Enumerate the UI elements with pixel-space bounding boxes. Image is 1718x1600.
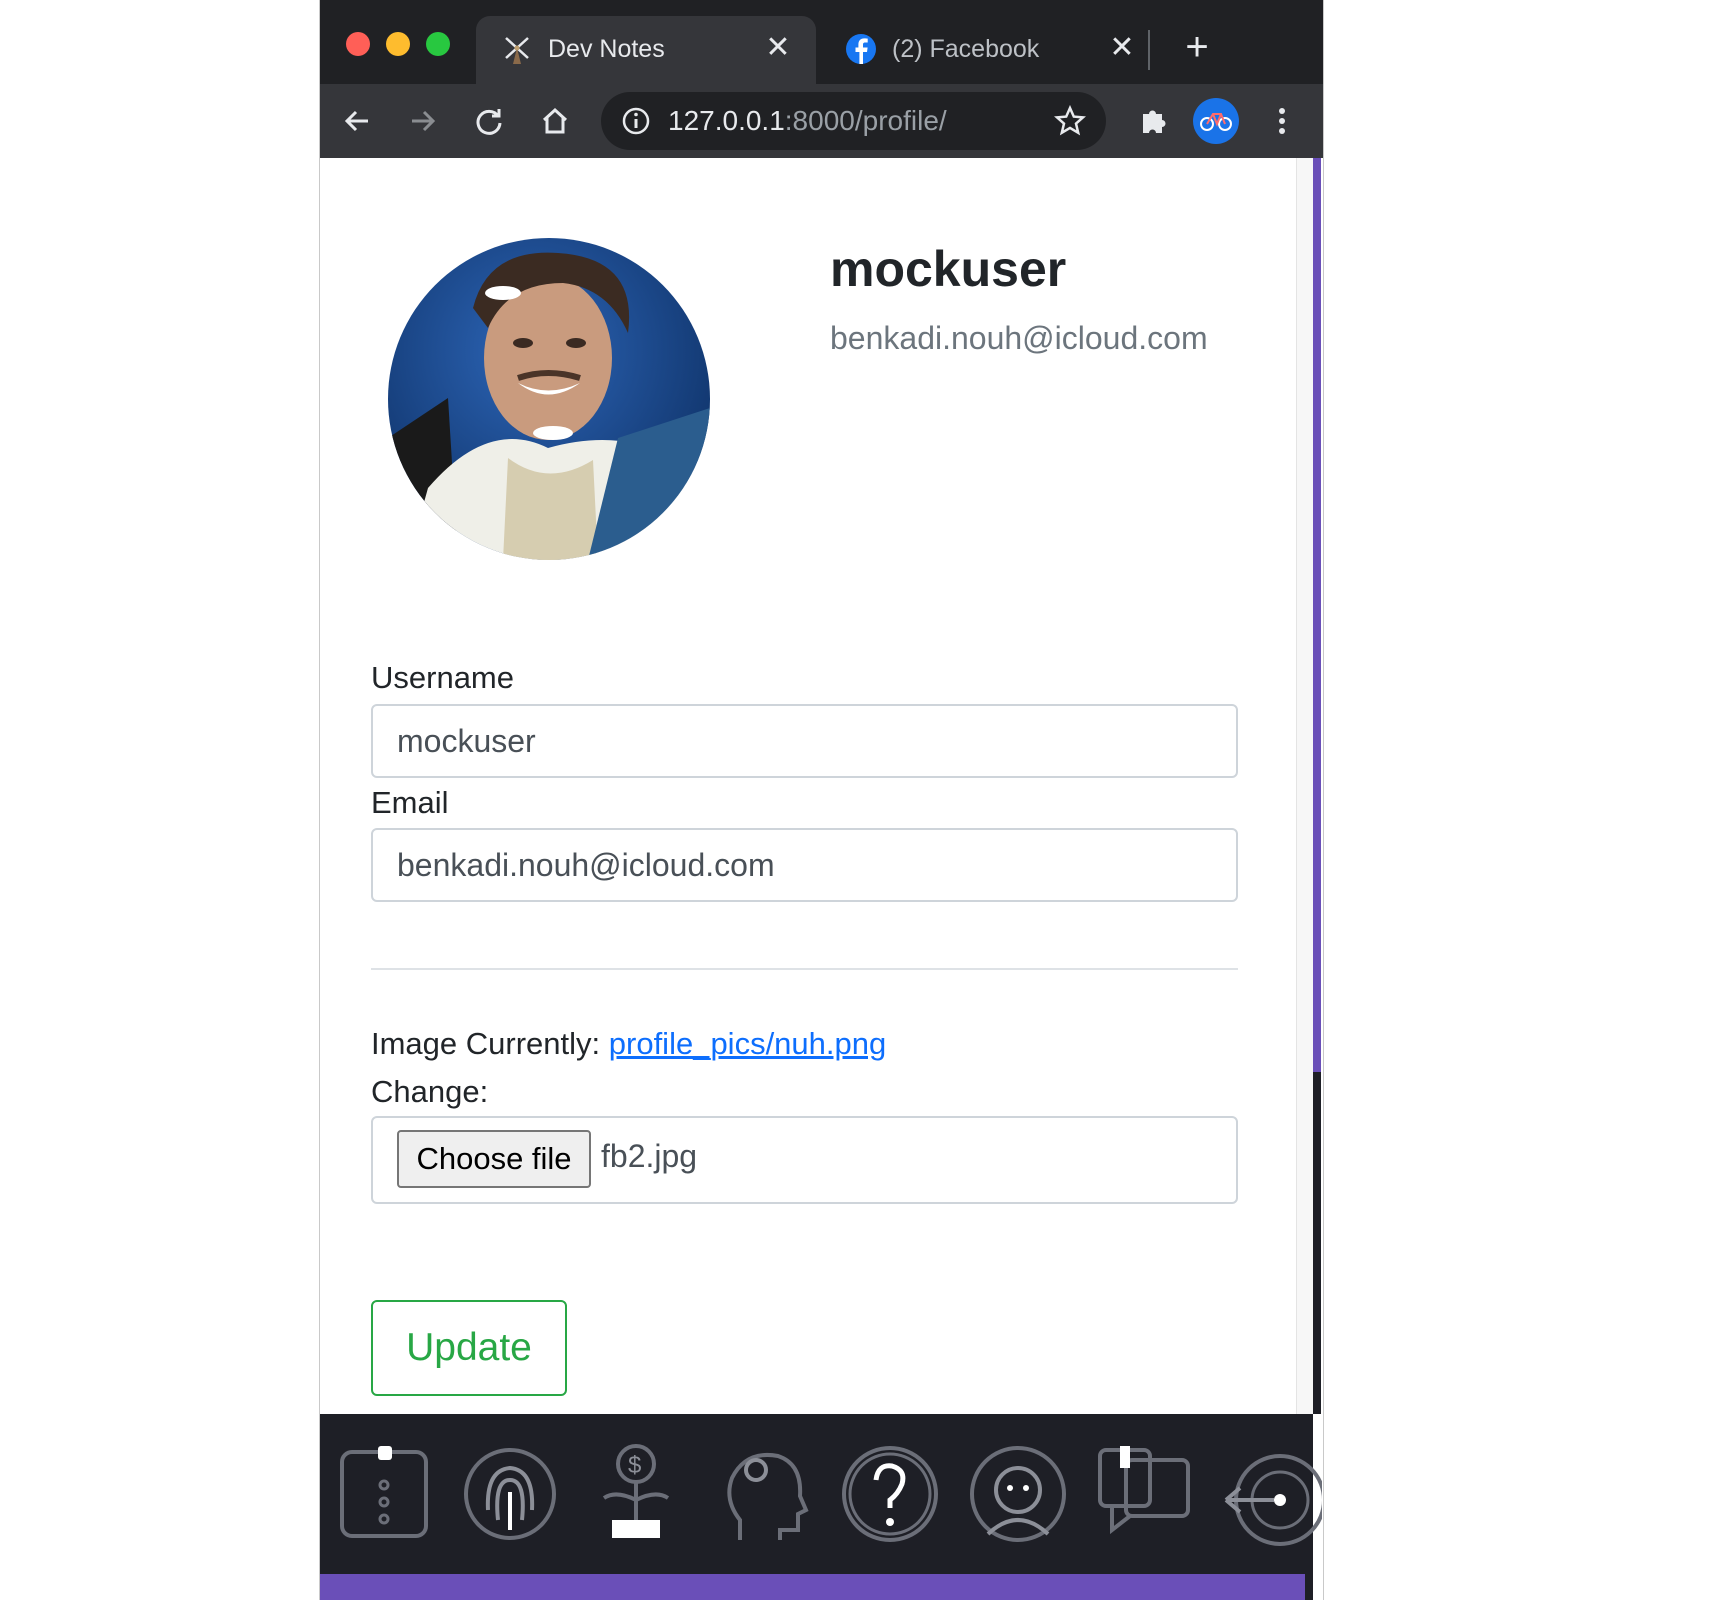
arrow-left-icon — [344, 110, 368, 132]
home-button[interactable] — [532, 98, 578, 144]
facebook-icon — [846, 34, 876, 64]
tab-title: Dev Notes — [548, 35, 665, 63]
profile-avatar — [388, 238, 710, 560]
star-icon[interactable] — [1054, 105, 1086, 137]
profile-photo — [388, 238, 710, 560]
extensions-button[interactable] — [1131, 98, 1177, 144]
new-tab-button[interactable]: + — [1174, 24, 1220, 70]
side-accent-stripe — [1313, 158, 1321, 1072]
side-dark-stripe — [1313, 1072, 1321, 1414]
url-host: 127.0.0.1 — [668, 105, 785, 136]
bottom-accent-bar — [320, 1574, 1305, 1600]
page-content: mockuser benkadi.nouh@icloud.com Usernam… — [320, 158, 1296, 1414]
url-text[interactable]: 127.0.0.1:8000/profile/ — [668, 105, 947, 137]
back-button[interactable] — [334, 98, 380, 144]
tab-separator — [1148, 30, 1150, 70]
question-icon[interactable] — [838, 1440, 942, 1548]
username-input[interactable]: mockuser — [371, 704, 1238, 778]
windmill-icon — [505, 37, 529, 64]
target-arrow-icon[interactable] — [1218, 1440, 1322, 1548]
home-icon — [542, 107, 568, 134]
chat-bubbles-icon[interactable] — [1092, 1440, 1196, 1548]
profile-email-text: benkadi.nouh@icloud.com — [830, 320, 1208, 356]
reload-icon — [476, 109, 502, 135]
image-currently-label: Image Currently: — [371, 1026, 601, 1061]
brain-gear-icon[interactable] — [710, 1440, 814, 1548]
close-icon[interactable]: ✕ — [1106, 32, 1138, 64]
email-input[interactable]: benkadi.nouh@icloud.com — [371, 828, 1238, 902]
current-image-link[interactable]: profile_pics/nuh.png — [609, 1026, 886, 1061]
change-label: Change: — [371, 1074, 489, 1109]
username-label: Username — [371, 660, 514, 695]
bottom-icon-dock: $ — [320, 1414, 1322, 1574]
update-button[interactable]: Update — [371, 1300, 567, 1396]
choose-file-button[interactable]: Choose file — [397, 1130, 591, 1188]
info-icon[interactable] — [621, 106, 651, 136]
face-icon[interactable] — [966, 1440, 1070, 1548]
shirt-icon[interactable] — [332, 1440, 436, 1548]
tab-facebook[interactable]: (2) Facebook ✕ — [820, 16, 1160, 84]
url-path: :8000/profile/ — [784, 105, 947, 136]
image-currently-row: Image Currently: profile_pics/nuh.png — [371, 1026, 886, 1062]
bottom-corner-block — [1305, 1574, 1313, 1600]
profile-avatar-button[interactable] — [1193, 98, 1239, 144]
tab-strip: Dev Notes ✕ (2) Facebook ✕ + — [320, 0, 1323, 84]
maximize-window-button[interactable] — [426, 32, 450, 56]
email-label: Email — [371, 785, 449, 820]
close-icon[interactable]: ✕ — [762, 32, 794, 64]
minimize-window-button[interactable] — [386, 32, 410, 56]
tab-dev-notes[interactable]: Dev Notes ✕ — [476, 16, 816, 84]
file-input[interactable]: Choose file fb2.jpg — [371, 1116, 1238, 1204]
kebab-menu-icon — [1279, 108, 1285, 134]
close-window-button[interactable] — [346, 32, 370, 56]
fingerprint-icon[interactable] — [458, 1440, 562, 1548]
reload-button[interactable] — [466, 98, 512, 144]
forward-button[interactable] — [400, 98, 446, 144]
puzzle-icon — [1143, 110, 1166, 133]
chosen-file-name: fb2.jpg — [601, 1138, 698, 1174]
divider — [371, 968, 1238, 970]
browser-window: Dev Notes ✕ (2) Facebook ✕ + 127.0.0.1:8… — [319, 0, 1324, 1600]
tab-title: (2) Facebook — [892, 35, 1040, 63]
arrow-right-icon — [412, 110, 436, 132]
menu-button[interactable] — [1259, 98, 1305, 144]
address-bar[interactable]: 127.0.0.1:8000/profile/ — [601, 92, 1106, 150]
bicycle-icon — [1200, 113, 1232, 131]
browser-toolbar: 127.0.0.1:8000/profile/ — [320, 84, 1323, 158]
money-plant-icon[interactable]: $ — [584, 1440, 688, 1548]
svg-text:$: $ — [628, 1452, 641, 1479]
scrollbar-track[interactable] — [1296, 158, 1314, 1414]
profile-username-heading: mockuser — [830, 241, 1067, 297]
